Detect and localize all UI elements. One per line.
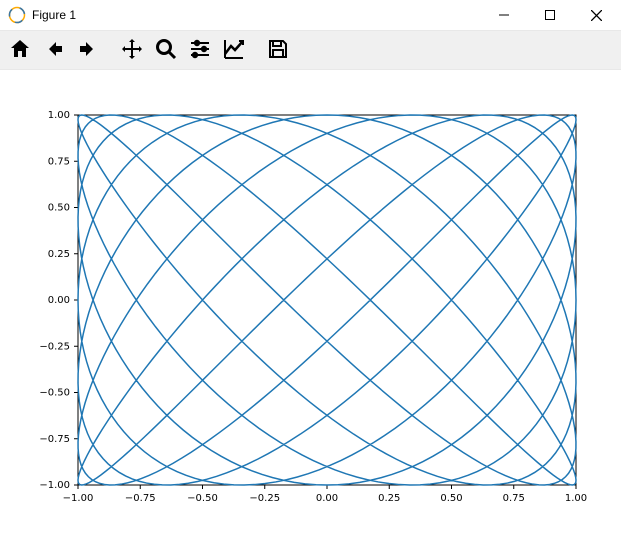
svg-text:−0.50: −0.50: [187, 493, 218, 504]
svg-text:−0.75: −0.75: [125, 493, 156, 504]
svg-text:1.00: 1.00: [48, 110, 70, 121]
home-icon: [8, 37, 32, 64]
back-button[interactable]: [38, 34, 70, 66]
svg-text:0.00: 0.00: [48, 295, 70, 306]
lissajous-plot: −1.00 −0.75 −0.50 −0.25 0.00 0.25 0.50 0.75 1.00…: [0, 70, 621, 535]
svg-text:1.00: 1.00: [565, 493, 587, 504]
edit-axis-button[interactable]: [218, 34, 250, 66]
app-icon: [8, 6, 26, 24]
lissajous-curve: [78, 115, 576, 485]
save-icon: [266, 37, 290, 64]
close-button[interactable]: [573, 0, 619, 30]
svg-text:0.25: 0.25: [48, 249, 70, 260]
move-icon: [120, 37, 144, 64]
toolbar-separator: [252, 34, 260, 66]
plot-area[interactable]: −1.00 −0.75 −0.50 −0.25 0.00 0.25 0.50 0.75 1.00…: [0, 70, 621, 535]
svg-text:−0.25: −0.25: [249, 493, 280, 504]
titlebar: Figure 1: [0, 0, 621, 30]
svg-text:−0.25: −0.25: [39, 341, 70, 352]
zoom-button[interactable]: [150, 34, 182, 66]
forward-button[interactable]: [72, 34, 104, 66]
sliders-icon: [188, 37, 212, 64]
toolbar: [0, 30, 621, 70]
toolbar-separator: [106, 34, 114, 66]
magnifier-icon: [154, 37, 178, 64]
svg-text:0.50: 0.50: [48, 203, 70, 214]
arrow-left-icon: [42, 37, 66, 64]
window-title: Figure 1: [32, 8, 481, 22]
svg-text:0.00: 0.00: [316, 493, 338, 504]
svg-text:0.50: 0.50: [440, 493, 462, 504]
pan-button[interactable]: [116, 34, 148, 66]
minimize-button[interactable]: [481, 0, 527, 30]
configure-button[interactable]: [184, 34, 216, 66]
arrow-right-icon: [76, 37, 100, 64]
svg-text:−0.75: −0.75: [39, 434, 70, 445]
save-button[interactable]: [262, 34, 294, 66]
svg-text:0.75: 0.75: [503, 493, 525, 504]
svg-text:−1.00: −1.00: [63, 493, 94, 504]
svg-text:−1.00: −1.00: [39, 480, 70, 491]
home-button[interactable]: [4, 34, 36, 66]
figure-window: Figure 1: [0, 0, 621, 535]
svg-text:0.75: 0.75: [48, 156, 70, 167]
maximize-button[interactable]: [527, 0, 573, 30]
chart-line-icon: [222, 37, 246, 64]
svg-text:−0.50: −0.50: [39, 388, 70, 399]
svg-text:0.25: 0.25: [378, 493, 400, 504]
